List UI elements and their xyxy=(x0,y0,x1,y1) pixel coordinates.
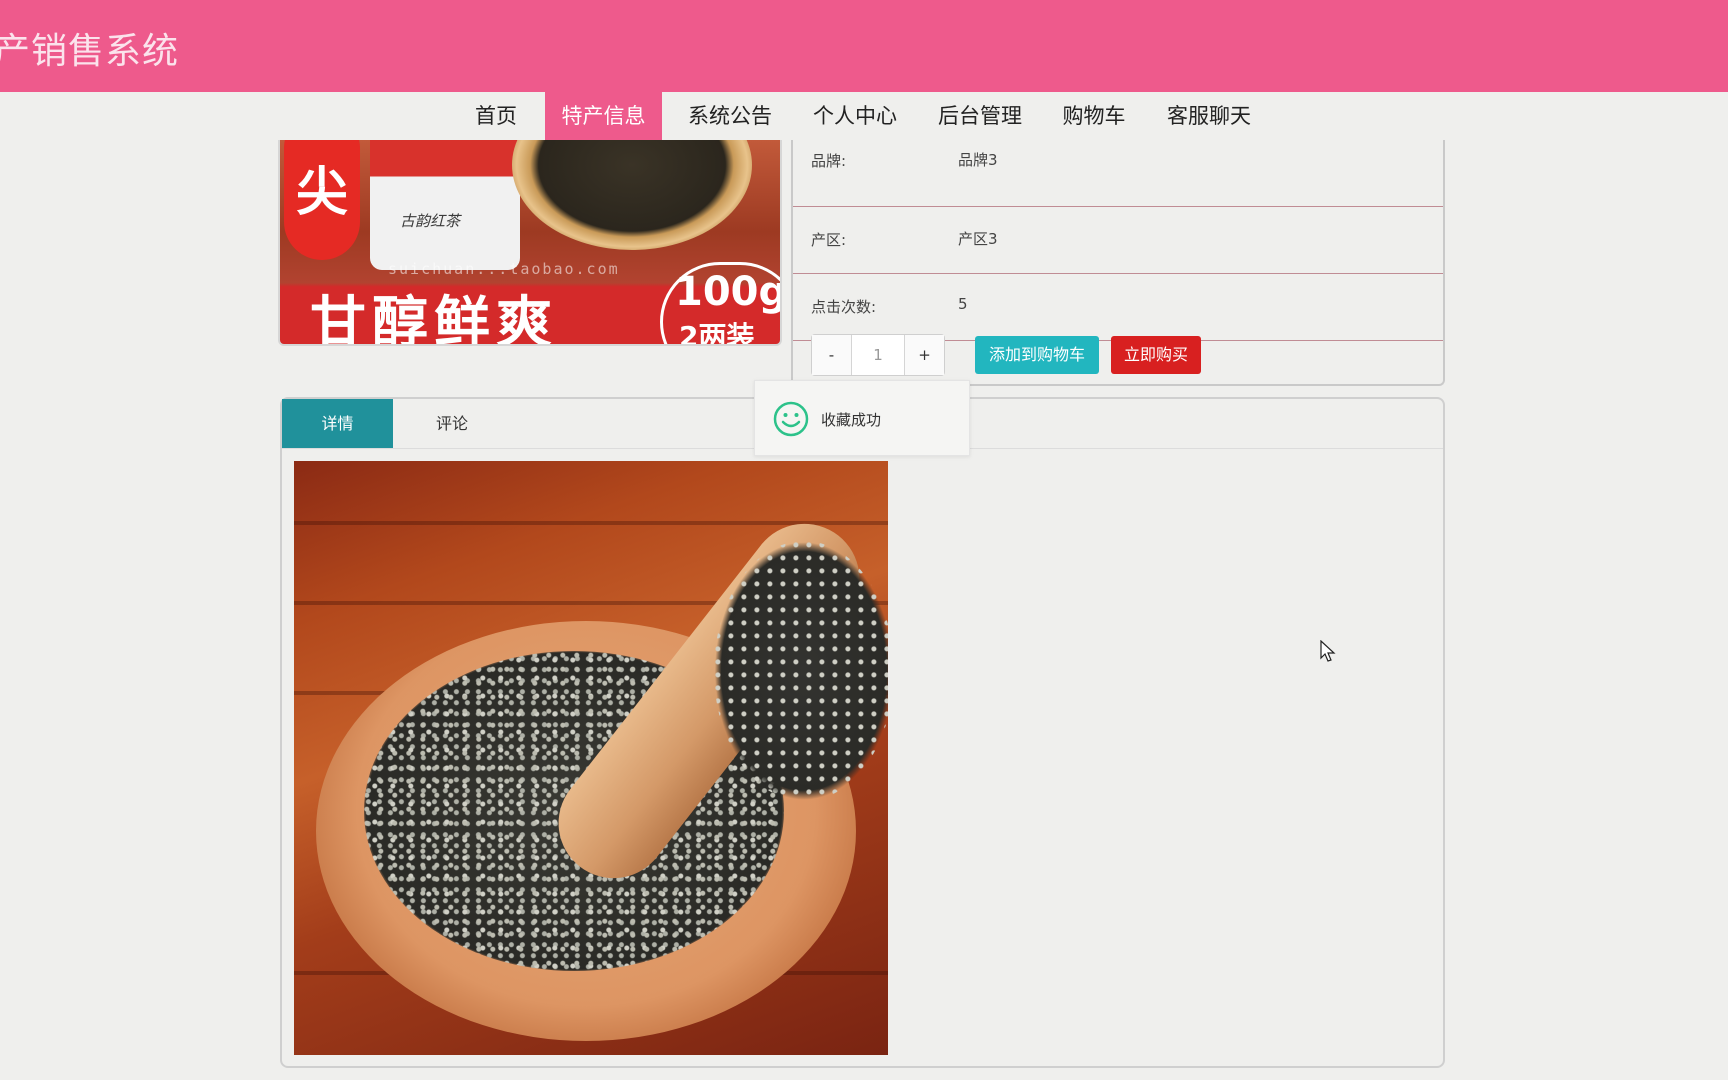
info-row-brand: 品牌: 品牌3 xyxy=(793,140,1443,207)
quantity-decrease-button[interactable]: - xyxy=(812,335,852,375)
info-row-origin: 产区: 产区3 xyxy=(793,207,1443,274)
mouse-cursor-icon xyxy=(1320,640,1336,662)
nav-item-cart[interactable]: 购物车 xyxy=(1052,92,1136,140)
quantity-stepper: - + xyxy=(811,334,945,376)
product-image: 古韵红茶 尖 suichuan...taobao.com 甘醇鲜爽 100g 2… xyxy=(278,140,782,346)
app-header: 产销售系统 xyxy=(0,0,1728,92)
brand-value: 品牌3 xyxy=(958,151,998,169)
nav-item-home[interactable]: 首页 xyxy=(462,92,530,140)
clicks-value: 5 xyxy=(958,295,968,313)
main-nav: 首页 特产信息 系统公告 个人中心 后台管理 购物车 客服聊天 xyxy=(0,92,1728,140)
buy-now-button[interactable]: 立即购买 xyxy=(1111,336,1201,374)
brand-label: 品牌: xyxy=(811,152,847,170)
product-slogan: 甘醇鲜爽 xyxy=(310,291,558,346)
tea-bowl-graphic xyxy=(512,140,752,250)
nav-item-specialty-info[interactable]: 特产信息 xyxy=(545,92,662,140)
add-to-cart-button[interactable]: 添加到购物车 xyxy=(975,336,1099,374)
nav-item-admin[interactable]: 后台管理 xyxy=(927,92,1033,140)
site-title: 产销售系统 xyxy=(0,31,180,72)
tea-box-graphic xyxy=(370,140,520,270)
toast-message: 收藏成功 xyxy=(754,380,970,456)
info-row-clicks: 点击次数: 5 xyxy=(793,274,1443,341)
badge-text: 尖 xyxy=(296,162,349,223)
image-watermark: suichuan...taobao.com xyxy=(388,260,620,278)
tea-box-text: 古韵红茶 xyxy=(400,212,461,230)
toast-text: 收藏成功 xyxy=(821,411,882,429)
nav-item-customer-chat[interactable]: 客服聊天 xyxy=(1156,92,1262,140)
quantity-increase-button[interactable]: + xyxy=(904,335,944,375)
weight-badge: 100g 2两装 xyxy=(660,262,782,346)
detail-image xyxy=(294,461,888,1055)
origin-label: 产区: xyxy=(811,231,847,249)
nav-item-announcements[interactable]: 系统公告 xyxy=(677,92,783,140)
weight-line-1: 100g xyxy=(675,269,782,315)
quantity-input[interactable] xyxy=(852,335,904,375)
tab-comments[interactable]: 评论 xyxy=(393,399,511,448)
nav-item-personal-center[interactable]: 个人中心 xyxy=(802,92,908,140)
scoop-leaves-graphic xyxy=(714,541,888,801)
detail-panel: 详情 评论 xyxy=(280,397,1445,1068)
smiley-icon xyxy=(773,401,809,437)
origin-value: 产区3 xyxy=(958,230,998,248)
product-info-table: 品牌: 品牌3 产区: 产区3 点击次数: 5 - + 添加到购物车 立即购买 xyxy=(791,140,1445,386)
tab-details[interactable]: 详情 xyxy=(282,399,393,448)
weight-line-2: 2两装 xyxy=(679,320,755,346)
clicks-label: 点击次数: xyxy=(811,298,877,316)
